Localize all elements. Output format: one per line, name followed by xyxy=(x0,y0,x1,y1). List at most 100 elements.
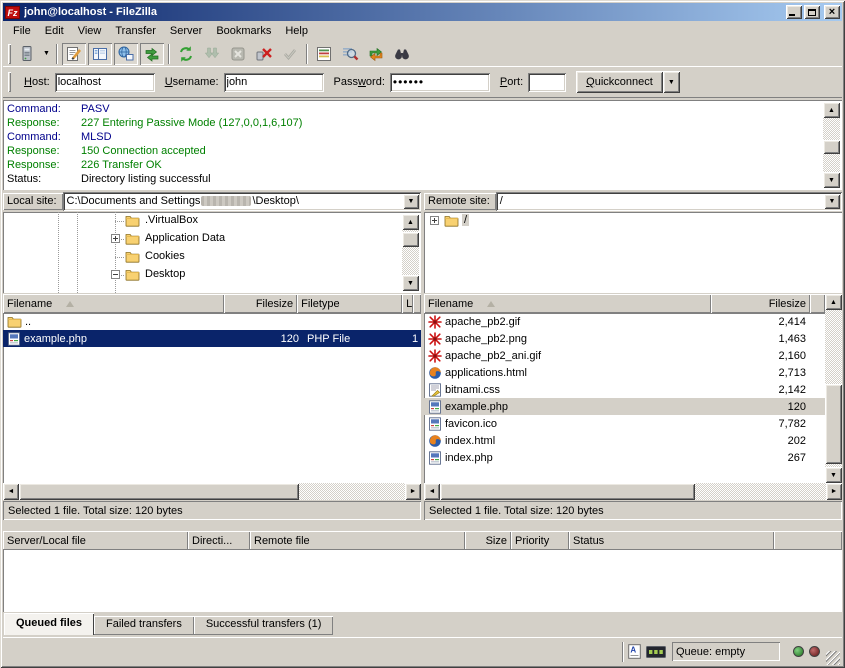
file-row-index-php[interactable]: index.php267 xyxy=(424,449,825,466)
file-row-apache_pb2_ani-gif[interactable]: apache_pb2_ani.gif2,160 xyxy=(424,347,825,364)
cancel-operation-button[interactable] xyxy=(226,43,250,65)
quickconnect-dropdown-button[interactable]: ▼ xyxy=(663,71,680,93)
column-header-label: Filetype xyxy=(301,298,340,310)
local-list-hscrollbar[interactable]: ◄ ► xyxy=(3,483,421,500)
site-manager-button[interactable] xyxy=(15,43,39,65)
scroll-right-icon[interactable]: ► xyxy=(826,483,842,500)
process-queue-button[interactable] xyxy=(200,43,224,65)
tree-expander-plus-icon[interactable] xyxy=(111,234,120,243)
queue-column-remote-file[interactable]: Remote file xyxy=(250,531,465,550)
local-path-combo[interactable]: C:\Documents and Settings\Desktop\ ▼ xyxy=(63,192,421,211)
filesize-cell: 7,782 xyxy=(711,415,810,432)
username-input[interactable] xyxy=(224,73,324,92)
scroll-up-icon[interactable]: ▲ xyxy=(825,294,842,310)
toggle-transfer-queue-button[interactable] xyxy=(140,43,164,65)
queue-column-directi-[interactable]: Directi... xyxy=(188,531,250,550)
scroll-down-icon[interactable]: ▼ xyxy=(825,467,842,483)
scroll-up-icon[interactable]: ▲ xyxy=(823,102,840,118)
port-label: Port: xyxy=(500,76,523,88)
queue-column-size[interactable]: Size xyxy=(465,531,511,550)
scroll-left-icon[interactable]: ◄ xyxy=(424,483,440,500)
menu-file[interactable]: File xyxy=(6,23,38,39)
file-row-bitnami-css[interactable]: bitnami.css2,142 xyxy=(424,381,825,398)
maximize-button[interactable] xyxy=(804,5,820,19)
column-header-filesize[interactable]: Filesize xyxy=(224,294,298,313)
menu-view[interactable]: View xyxy=(71,23,109,39)
tab-failed-transfers[interactable]: Failed transfers xyxy=(94,616,194,635)
quickbar-grip[interactable] xyxy=(8,72,11,92)
tree-expander-minus-icon[interactable] xyxy=(111,270,120,279)
tree-item--virtualbox[interactable]: .VirtualBox xyxy=(3,212,421,230)
close-button[interactable]: × xyxy=(824,5,840,19)
menu-edit[interactable]: Edit xyxy=(38,23,71,39)
reconnect-button[interactable] xyxy=(278,43,302,65)
toolbar-grip[interactable] xyxy=(8,44,11,64)
tab-successful-transfers-1-[interactable]: Successful transfers (1) xyxy=(194,616,334,635)
quickconnect-button[interactable]: Quickconnect xyxy=(576,71,663,93)
tree-item-root[interactable]: / xyxy=(424,212,842,230)
port-input[interactable] xyxy=(528,73,566,92)
minimize-button[interactable] xyxy=(786,5,802,19)
menu-help[interactable]: Help xyxy=(278,23,315,39)
directory-comparison-button[interactable] xyxy=(338,43,362,65)
toggle-message-log-button[interactable] xyxy=(62,43,86,65)
file-row-index-html[interactable]: index.html202 xyxy=(424,432,825,449)
toggle-local-tree-button[interactable] xyxy=(88,43,112,65)
host-input[interactable] xyxy=(55,73,155,92)
queue-column-priority[interactable]: Priority xyxy=(511,531,569,550)
tree-item-cookies[interactable]: Cookies xyxy=(3,248,421,266)
scrollbar-thumb[interactable] xyxy=(402,232,419,247)
file-row-example-php[interactable]: example.php120 xyxy=(424,398,825,415)
menu-transfer[interactable]: Transfer xyxy=(108,23,163,39)
queue-column-status[interactable]: Status xyxy=(569,531,774,550)
site-manager-dropdown-icon[interactable]: ▼ xyxy=(40,43,53,65)
scroll-left-icon[interactable]: ◄ xyxy=(3,483,19,500)
disconnect-button[interactable] xyxy=(252,43,276,65)
scroll-down-icon[interactable]: ▼ xyxy=(823,172,840,188)
toolbar: ▼ xyxy=(3,41,842,67)
window-resize-grip[interactable] xyxy=(826,651,840,665)
combo-dropdown-icon[interactable]: ▼ xyxy=(403,194,419,209)
queue-column-server-local-file[interactable]: Server/Local file xyxy=(3,531,188,550)
tree-expander-plus-icon[interactable] xyxy=(430,216,439,225)
tree-item-application-data[interactable]: Application Data xyxy=(3,230,421,248)
menu-server[interactable]: Server xyxy=(163,23,209,39)
column-header-filetype[interactable]: Filetype xyxy=(297,294,402,313)
password-input[interactable] xyxy=(390,73,490,92)
scrollbar-thumb[interactable] xyxy=(823,140,840,154)
remote-list-scrollbar[interactable]: ▲ ▼ xyxy=(825,294,842,483)
tab-queued-files[interactable]: Queued files xyxy=(4,613,94,635)
file-row--[interactable]: .. xyxy=(3,313,421,330)
local-tree-scrollbar[interactable]: ▲ ▼ xyxy=(402,214,419,291)
log-scrollbar[interactable]: ▲ ▼ xyxy=(823,102,840,188)
file-row-example-php[interactable]: example.php120PHP File1 xyxy=(3,330,421,347)
scroll-down-icon[interactable]: ▼ xyxy=(402,275,419,291)
column-header-filename[interactable]: Filename xyxy=(424,294,711,313)
combo-dropdown-icon[interactable]: ▼ xyxy=(824,194,840,209)
queue-column-filler xyxy=(774,531,842,550)
column-header-l[interactable]: L xyxy=(402,294,413,313)
scrollbar-thumb[interactable] xyxy=(19,483,299,500)
scroll-right-icon[interactable]: ► xyxy=(405,483,421,500)
column-header-label: L xyxy=(406,298,412,310)
file-row-apache_pb2-gif[interactable]: apache_pb2.gif2,414 xyxy=(424,313,825,330)
title-bar[interactable]: Fz john@localhost - FileZilla × xyxy=(3,3,842,21)
refresh-button[interactable] xyxy=(174,43,198,65)
menu-bookmarks[interactable]: Bookmarks xyxy=(209,23,278,39)
scroll-up-icon[interactable]: ▲ xyxy=(402,214,419,230)
column-header-filesize[interactable]: Filesize xyxy=(711,294,810,313)
file-row-applications-html[interactable]: applications.html2,713 xyxy=(424,364,825,381)
host-label: Host: xyxy=(24,76,50,88)
directory-filters-button[interactable] xyxy=(312,43,336,65)
column-header-filename[interactable]: Filename xyxy=(3,294,224,313)
remote-list-hscrollbar[interactable]: ◄ ► xyxy=(424,483,842,500)
remote-path-combo[interactable]: / ▼ xyxy=(496,192,842,211)
scrollbar-thumb[interactable] xyxy=(440,483,695,500)
tree-item-desktop[interactable]: Desktop xyxy=(3,266,421,284)
synchronized-browsing-button[interactable] xyxy=(364,43,388,65)
find-files-button[interactable] xyxy=(390,43,414,65)
scrollbar-thumb[interactable] xyxy=(825,384,842,464)
file-row-favicon-ico[interactable]: favicon.ico7,782 xyxy=(424,415,825,432)
file-row-apache_pb2-png[interactable]: apache_pb2.png1,463 xyxy=(424,330,825,347)
toggle-remote-tree-button[interactable] xyxy=(114,43,138,65)
